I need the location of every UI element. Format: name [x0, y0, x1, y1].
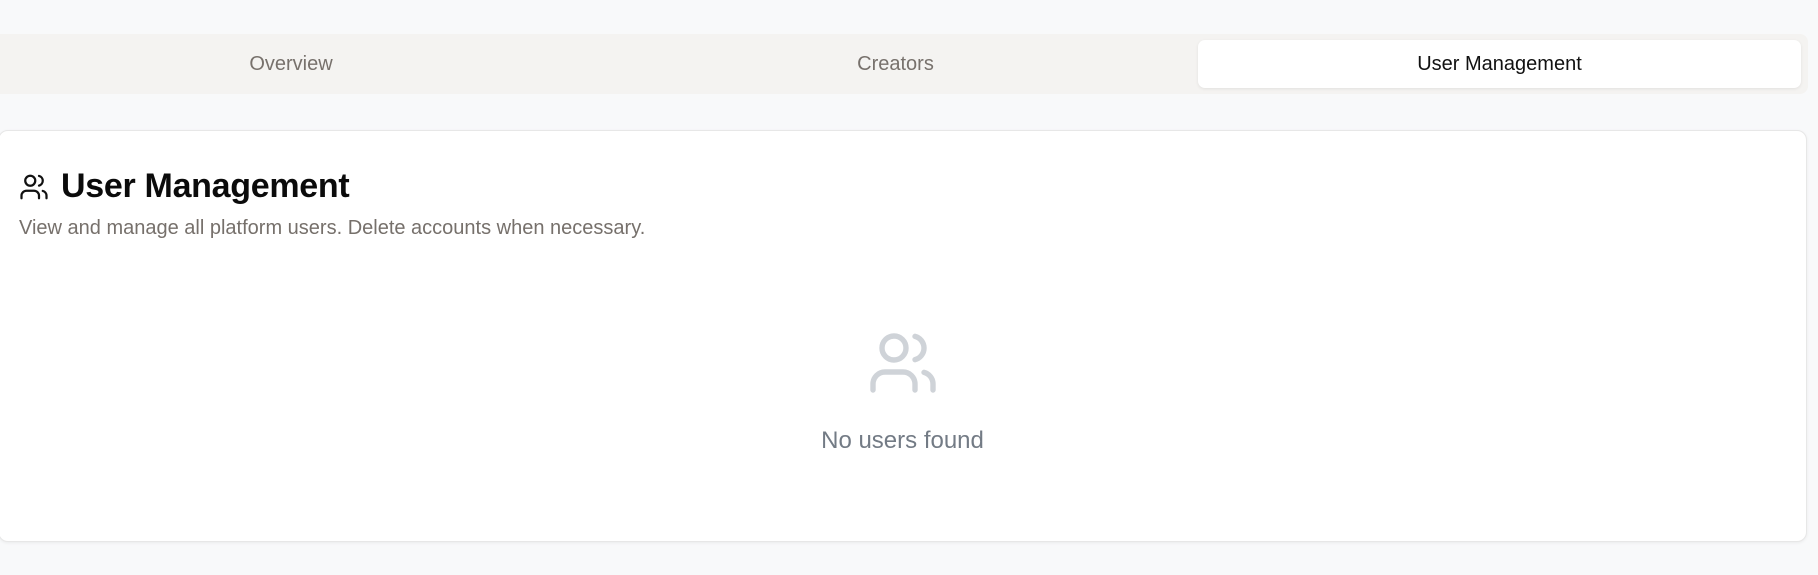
tab-creators[interactable]: Creators: [594, 40, 1197, 88]
empty-state-message: No users found: [821, 427, 984, 454]
users-icon: [867, 327, 939, 399]
card-header: User Management: [19, 167, 350, 206]
empty-state: No users found: [0, 327, 1806, 455]
users-icon: [19, 172, 49, 202]
tab-bar: Overview Creators User Management: [0, 34, 1808, 94]
page-subtitle: View and manage all platform users. Dele…: [19, 217, 646, 239]
page-title: User Management: [61, 167, 350, 205]
tab-overview[interactable]: Overview: [0, 40, 582, 88]
tab-user-management[interactable]: User Management: [1198, 40, 1801, 88]
user-management-card: User Management View and manage all plat…: [0, 130, 1807, 542]
